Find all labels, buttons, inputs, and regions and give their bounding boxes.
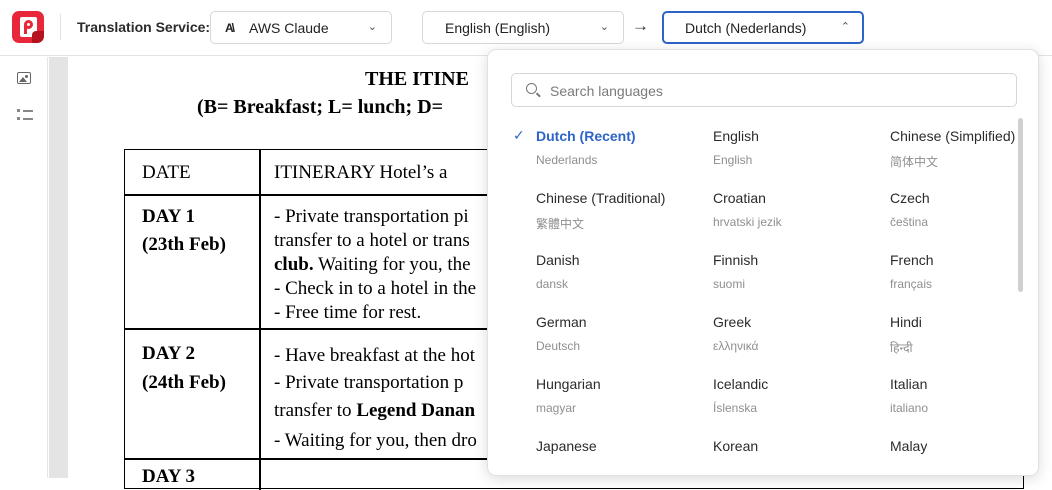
language-native-name: čeština xyxy=(890,215,929,229)
app-logo-icon xyxy=(12,11,44,43)
target-language-select[interactable]: Dutch (Nederlands) ⌃ xyxy=(662,11,864,44)
language-native-name: suomi xyxy=(713,277,746,291)
image-view-icon[interactable] xyxy=(17,72,31,84)
day1-line: club. Waiting for you, the xyxy=(274,254,471,275)
translation-service-select[interactable]: A\ AWS Claude ⌄ xyxy=(210,11,392,44)
language-option[interactable]: Chinese (Simplified) 简体中文 xyxy=(890,128,1038,180)
day3-title: DAY 3 xyxy=(142,466,195,487)
language-native-name: English xyxy=(713,153,753,167)
language-native-name: dansk xyxy=(536,277,569,291)
translation-service-label: Translation Service: xyxy=(77,19,211,35)
language-name: Italian xyxy=(890,376,928,392)
language-search[interactable] xyxy=(511,73,1017,107)
language-native-name: ελληνικά xyxy=(713,339,759,353)
source-language-select[interactable]: English (English) ⌄ xyxy=(422,11,624,44)
document-title: THE ITINE xyxy=(365,68,469,90)
language-name: German xyxy=(536,314,587,330)
day1-line: - Private transportation pi xyxy=(274,206,469,227)
day2-line: - Have breakfast at the hot xyxy=(274,345,475,366)
source-language-value: English (English) xyxy=(445,20,551,36)
language-name: Greek xyxy=(713,314,752,330)
language-name: Hungarian xyxy=(536,376,601,392)
language-option[interactable]: Croatian hrvatski jezik xyxy=(713,190,873,242)
language-option[interactable]: Chinese (Traditional) 繁體中文 xyxy=(536,190,696,242)
target-language-value: Dutch (Nederlands) xyxy=(685,20,807,36)
language-native-name: हिन्दी xyxy=(890,341,913,355)
language-name: Hindi xyxy=(890,314,922,330)
language-option[interactable]: Icelandic Íslenska xyxy=(713,376,873,428)
language-option[interactable]: German Deutsch xyxy=(536,314,696,366)
arrow-right-icon: → xyxy=(632,16,649,35)
left-sidebar xyxy=(0,57,48,478)
language-native-name: hrvatski jezik xyxy=(713,215,782,229)
language-name: Icelandic xyxy=(713,376,769,392)
chevron-up-icon: ⌃ xyxy=(840,21,850,33)
language-native-name: 简体中文 xyxy=(890,155,939,169)
language-native-name: Deutsch xyxy=(536,339,581,353)
language-native-name: français xyxy=(890,277,933,291)
day2-line: - Waiting for you, then dro xyxy=(274,430,477,451)
top-toolbar: Translation Service: A\ AWS Claude ⌄ Eng… xyxy=(0,0,1052,56)
chevron-down-icon: ⌄ xyxy=(367,21,377,33)
day2-title: DAY 2 xyxy=(142,343,195,364)
language-option[interactable]: Italian italiano xyxy=(890,376,1038,428)
language-name: Finnish xyxy=(713,252,759,268)
day1-line: transfer to a hotel or trans xyxy=(274,230,470,251)
language-option[interactable]: Danish dansk xyxy=(536,252,696,304)
language-name: Dutch (Recent) xyxy=(536,128,636,144)
check-icon: ✓ xyxy=(513,127,525,143)
language-name: Danish xyxy=(536,252,580,268)
language-name: Malay xyxy=(890,438,928,454)
day2-date: (24th Feb) xyxy=(142,372,226,393)
service-value: AWS Claude xyxy=(249,20,329,36)
language-option[interactable]: Finnish suomi xyxy=(713,252,873,304)
language-native-name: magyar xyxy=(536,401,577,415)
language-name: Croatian xyxy=(713,190,766,206)
language-native-name: italiano xyxy=(890,401,929,415)
day1-title: DAY 1 xyxy=(142,206,195,227)
chevron-down-icon: ⌄ xyxy=(599,21,609,33)
language-option[interactable]: English English xyxy=(713,128,873,180)
header-date: DATE xyxy=(142,162,191,183)
language-name: English xyxy=(713,128,759,144)
language-option[interactable]: French français xyxy=(890,252,1038,304)
language-name: French xyxy=(890,252,934,268)
header-itinerary: ITINERARY Hotel’s a xyxy=(274,162,448,183)
language-option[interactable]: Malay xyxy=(890,438,1038,475)
aws-claude-icon: A\ xyxy=(225,21,235,35)
language-option[interactable]: Czech čeština xyxy=(890,190,1038,242)
day2-line: - Private transportation p xyxy=(274,372,464,393)
language-native-name: Íslenska xyxy=(713,401,758,415)
day1-line: - Free time for rest. xyxy=(274,302,422,323)
language-name: Chinese (Simplified) xyxy=(890,128,1016,144)
language-name: Korean xyxy=(713,438,759,454)
language-name: Czech xyxy=(890,190,930,206)
day1-line: - Check in to a hotel in the xyxy=(274,278,477,299)
language-option[interactable]: Greek ελληνικά xyxy=(713,314,873,366)
language-name: Chinese (Traditional) xyxy=(536,190,666,206)
language-option[interactable]: ✓ Dutch (Recent) Nederlands xyxy=(513,127,696,180)
day2-line: transfer to Legend Danan xyxy=(274,400,476,421)
language-search-input[interactable] xyxy=(550,81,990,101)
language-option[interactable]: Hungarian magyar xyxy=(536,376,696,428)
day1-date: (23th Feb) xyxy=(142,234,226,255)
dropdown-scrollbar[interactable] xyxy=(1018,118,1023,292)
language-name: Japanese xyxy=(536,438,597,454)
document-subtitle: (B= Breakfast; L= lunch; D= xyxy=(197,96,444,118)
language-dropdown: ✓ Dutch (Recent) Nederlands English English C… xyxy=(487,49,1039,476)
language-option[interactable]: Japanese xyxy=(536,438,696,475)
language-option[interactable]: Hindi हिन्दी xyxy=(890,314,1038,366)
outline-list-icon[interactable] xyxy=(17,109,33,121)
toolbar-divider xyxy=(60,14,61,40)
search-icon xyxy=(526,83,537,94)
language-option[interactable]: Korean xyxy=(713,438,873,475)
language-native-name: Nederlands xyxy=(536,153,598,167)
language-native-name: 繁體中文 xyxy=(536,217,585,231)
